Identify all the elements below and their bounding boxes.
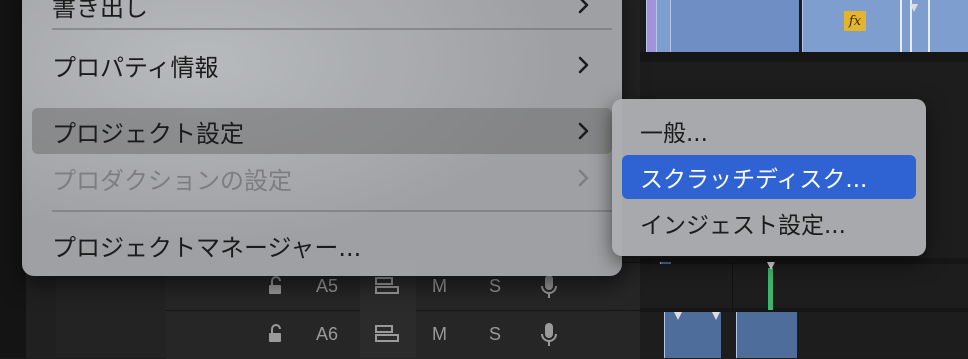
submenu-item-label: スクラッチディスク... xyxy=(640,167,868,193)
microphone-icon[interactable] xyxy=(539,274,559,305)
edit-point xyxy=(900,0,902,52)
chevron-right-icon xyxy=(578,0,590,28)
marker-icon[interactable] xyxy=(712,312,720,320)
track-divider xyxy=(640,52,968,62)
menu-item-label: プロパティ情報 xyxy=(52,53,219,82)
timeline-clip[interactable] xyxy=(736,312,797,358)
lock-open-icon[interactable] xyxy=(267,276,285,301)
submenu-item-label: インジェスト設定... xyxy=(640,213,846,239)
track-name-a5[interactable]: A5 xyxy=(316,276,338,297)
track-output-icon[interactable] xyxy=(375,276,401,301)
timeline-clip[interactable] xyxy=(656,0,671,52)
microphone-icon[interactable] xyxy=(539,322,559,353)
menu-item-export[interactable]: 書き出し xyxy=(32,0,612,28)
submenu-item-ingest-settings[interactable]: インジェスト設定... xyxy=(622,201,916,245)
menu-item-label: プロダクションの設定 xyxy=(52,166,292,195)
menu-item-project-settings[interactable]: プロジェクト設定 xyxy=(32,108,612,154)
marker-icon[interactable] xyxy=(910,4,918,12)
menu-item-project-manager[interactable]: プロジェクトマネージャー... xyxy=(32,222,612,268)
lock-open-icon[interactable] xyxy=(267,324,285,349)
audio-level-indicator xyxy=(768,268,773,310)
menu-item-production-settings[interactable]: プロダクションの設定 xyxy=(32,155,612,201)
submenu-item-label: 一般... xyxy=(640,121,708,147)
timeline-clip[interactable] xyxy=(670,0,799,52)
marker-icon[interactable] xyxy=(767,262,775,270)
clip-boundary xyxy=(732,262,733,310)
solo-button-a6[interactable]: S xyxy=(489,324,501,345)
edit-point xyxy=(928,0,930,52)
menu-divider xyxy=(52,28,612,30)
mute-button-a6[interactable]: M xyxy=(432,324,447,345)
menu-item-properties[interactable]: プロパティ情報 xyxy=(32,42,612,88)
submenu-item-general[interactable]: 一般... xyxy=(622,109,916,153)
track-output-icon[interactable] xyxy=(375,324,401,349)
track-name-a6[interactable]: A6 xyxy=(316,324,338,345)
track-divider xyxy=(640,258,968,264)
project-settings-submenu: 一般... スクラッチディスク... インジェスト設定... xyxy=(612,99,926,256)
marker-icon[interactable] xyxy=(674,312,682,320)
menu-item-label: プロジェクト設定 xyxy=(52,119,244,148)
submenu-item-scratch-disks[interactable]: スクラッチディスク... xyxy=(622,155,916,199)
mute-button-a5[interactable]: M xyxy=(432,276,447,297)
menu-item-label: プロジェクトマネージャー... xyxy=(52,233,362,262)
timeline-clip[interactable] xyxy=(802,0,968,52)
solo-button-a5[interactable]: S xyxy=(489,276,501,297)
chevron-right-icon xyxy=(578,108,590,154)
menu-divider xyxy=(52,210,612,212)
timeline-clip[interactable] xyxy=(660,262,671,264)
chevron-right-icon xyxy=(578,42,590,88)
chevron-right-icon xyxy=(578,155,590,201)
menu-item-label: 書き出し xyxy=(52,0,148,22)
context-menu: 書き出し プロパティ情報 プロジェクト設定 プロダクションの設定 プロジェクトマ… xyxy=(22,0,622,276)
fx-badge[interactable]: fx xyxy=(844,11,866,31)
